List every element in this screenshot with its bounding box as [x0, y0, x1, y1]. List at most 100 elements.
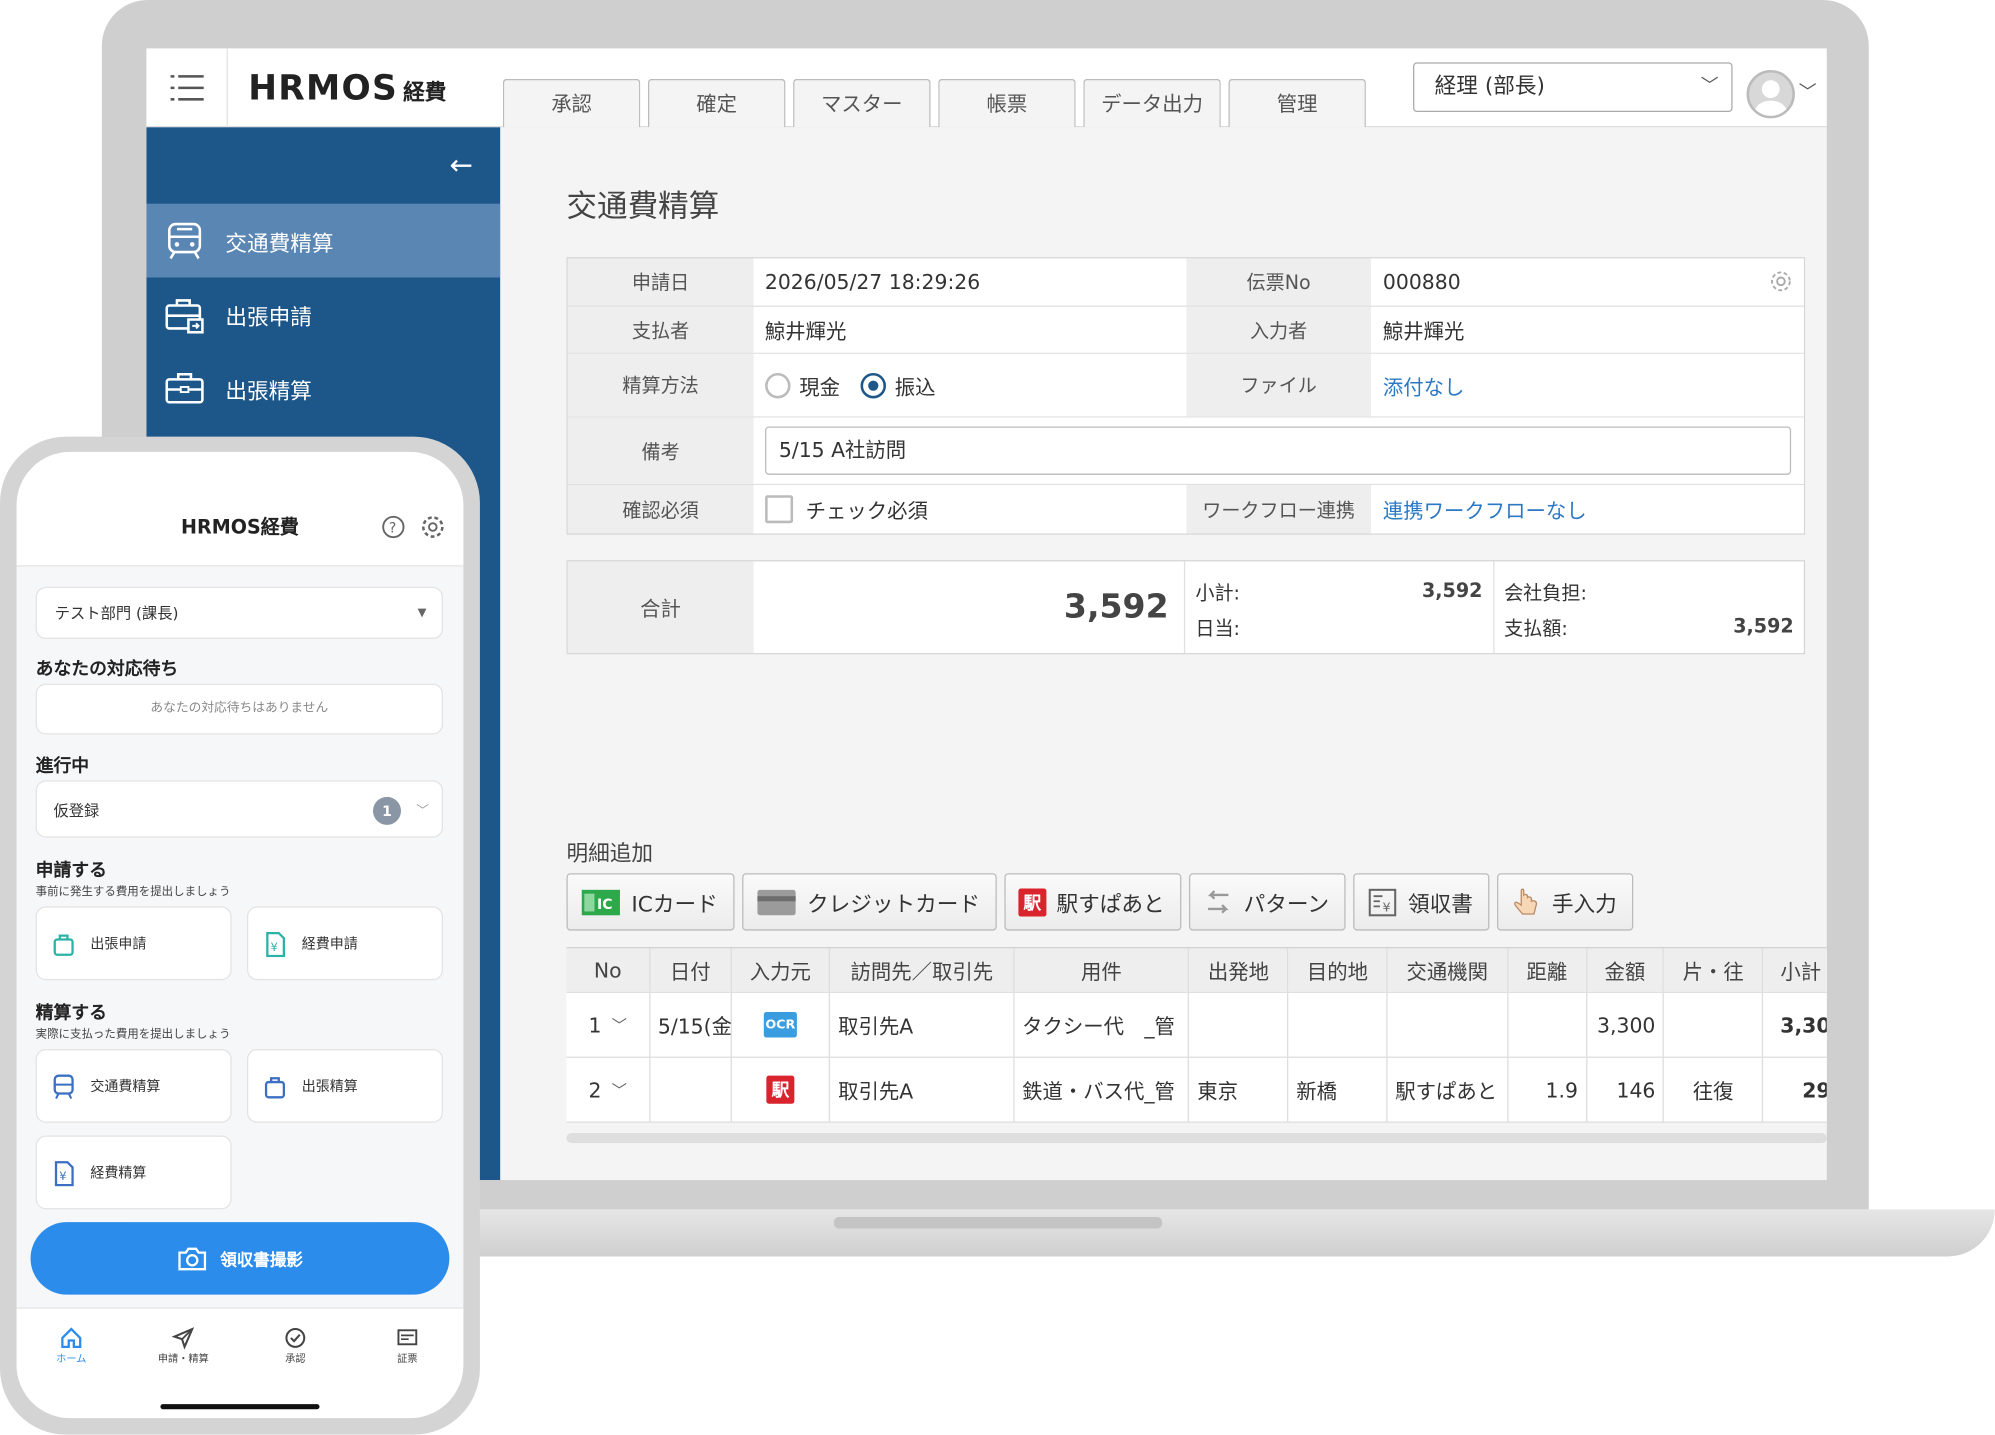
back-arrow-icon[interactable]: ← [449, 150, 472, 182]
row-from: 東京 [1190, 1057, 1289, 1122]
transport-settle-label: 交通費精算 [90, 1078, 161, 1095]
col-trip[interactable]: 片・往 [1664, 948, 1764, 992]
sidebar-item-trip-settlement[interactable]: 出張精算 [146, 351, 500, 425]
row-no-cell[interactable]: 2 ﹀ [566, 1057, 651, 1122]
menu-icon[interactable] [146, 48, 228, 128]
header-form: 申請日 2026/05/27 18:29:26 伝票No 000880 支払者 … [566, 257, 1806, 535]
laptop-notch [833, 1216, 1163, 1229]
row-distance [1508, 992, 1587, 1057]
phone-screen: HRMOS経費 ? テスト部門 (課長) ▼ あなたの対応待ち あなたの対応待ち… [16, 451, 464, 1419]
phone-header: HRMOS経費 ? [16, 451, 464, 567]
radio-cash-label: 現金 [799, 374, 841, 400]
col-transport[interactable]: 交通機関 [1387, 948, 1509, 992]
sidebar-item-transport[interactable]: 交通費精算 [146, 203, 501, 278]
expense-settle-label: 経費精算 [90, 1164, 147, 1182]
col-no[interactable]: No [566, 948, 651, 992]
col-purpose[interactable]: 用件 [1014, 948, 1190, 992]
tab-master[interactable]: マスター [793, 78, 931, 128]
manual-input-button[interactable]: 手入力 [1497, 873, 1634, 931]
horizontal-scrollbar[interactable] [566, 1132, 1827, 1144]
phone-frame: HRMOS経費 ? テスト部門 (課長) ▼ あなたの対応待ち あなたの対応待ち… [0, 436, 480, 1435]
expense-request-card[interactable]: ¥ 経費申請 [246, 906, 444, 981]
row-to [1289, 992, 1388, 1057]
expense-request-label: 経費申請 [301, 935, 358, 953]
camera-icon [178, 1247, 207, 1270]
row-source: 駅 [731, 1057, 831, 1122]
row-subtotal: 29 [1763, 1058, 1827, 1122]
receipt-button[interactable]: ¥ 領収書 [1353, 873, 1490, 931]
logo-text: HRMOS [248, 68, 399, 109]
progress-item[interactable]: 仮登録 1 ﹀ [35, 780, 444, 838]
slip-no-label: 伝票No [1185, 258, 1372, 306]
inputter-label: 入力者 [1185, 306, 1372, 353]
apply-title: 申請する [35, 860, 107, 881]
total-summary: 合計 3,592 小計: 3,592 日当: 会社負担: 支払額: 3,592 [566, 560, 1806, 655]
chevron-down-icon[interactable]: ﹀ [612, 1014, 627, 1036]
page-title: 交通費精算 [566, 188, 720, 225]
row-partner: 取引先A [830, 992, 1015, 1057]
chevron-down-icon[interactable]: ﹀ [1799, 79, 1817, 104]
ic-card-button[interactable]: IC ICカード [566, 873, 735, 931]
transport-settle-card[interactable]: 交通費精算 [35, 1048, 232, 1123]
ekispert-label: 駅すぱあと [1056, 892, 1165, 918]
method-radio-group: 現金 振込 [753, 353, 1186, 417]
chevron-down-icon[interactable]: ﹀ [612, 1079, 627, 1101]
col-partner[interactable]: 訪問先／取引先 [830, 948, 1015, 992]
tab-home[interactable]: ホーム [27, 1326, 116, 1365]
receipt-capture-button[interactable]: 領収書撮影 [30, 1222, 450, 1295]
gear-icon[interactable] [1768, 269, 1793, 294]
bottom-tab-bar: ホーム 申請・精算 承認 証票 [16, 1307, 464, 1419]
gear-icon[interactable] [420, 514, 445, 539]
radio-cash[interactable] [764, 372, 791, 398]
row-distance: 1.9 [1508, 1057, 1587, 1122]
app-logo[interactable]: HRMOS 経費 [248, 69, 446, 108]
department-value: テスト部門 (課長) [54, 604, 179, 623]
svg-text:?: ? [389, 521, 396, 537]
detail-add-label: 明細追加 [566, 841, 654, 867]
col-source[interactable]: 入力元 [731, 948, 831, 992]
tab-forms[interactable]: 帳票 [938, 78, 1076, 128]
progress-title: 進行中 [35, 756, 90, 777]
workflow-link[interactable]: 連携ワークフローなし [1371, 485, 1804, 534]
credit-card-button[interactable]: クレジットカード [742, 873, 997, 931]
col-from[interactable]: 出発地 [1189, 948, 1289, 992]
row-trip [1664, 992, 1764, 1057]
tab-admin[interactable]: 管理 [1228, 78, 1366, 128]
tab-approval[interactable]: 承認 [502, 78, 641, 128]
pattern-button[interactable]: パターン [1188, 873, 1346, 931]
department-select[interactable]: テスト部門 (課長) ▼ [35, 586, 444, 640]
role-select[interactable]: 経理 (部長) ﹀ [1413, 62, 1733, 113]
file-link[interactable]: 添付なし [1371, 353, 1804, 417]
tab-vouchers[interactable]: 証票 [363, 1326, 452, 1365]
col-to[interactable]: 目的地 [1288, 948, 1388, 992]
home-icon [61, 1327, 82, 1348]
tab-confirm[interactable]: 確定 [647, 78, 786, 128]
avatar[interactable] [1746, 70, 1795, 119]
expense-settle-card[interactable]: ¥ 経費精算 [35, 1135, 232, 1210]
table-row[interactable]: 2 ﹀ 駅 取引先A 鉄道・バス代_管 東京 新橋 駅すぱあと 1.9 146 往… [566, 1057, 1827, 1123]
sidebar-item-trip-request[interactable]: 出張申請 [146, 278, 500, 352]
tab-apply-settle[interactable]: 申請・精算 [139, 1326, 228, 1365]
trip-request-card[interactable]: 出張申請 [35, 906, 232, 981]
tab-data-export[interactable]: データ出力 [1083, 78, 1221, 128]
confirm-checkbox[interactable] [764, 495, 793, 524]
radio-transfer[interactable] [860, 372, 886, 398]
tab-approve[interactable]: 承認 [251, 1326, 340, 1365]
nav-tabs: 承認 確定 マスター 帳票 データ出力 管理 [502, 78, 1366, 128]
trip-settle-card[interactable]: 出張精算 [246, 1048, 444, 1123]
total-label: 合計 [567, 561, 754, 654]
briefcase-request-icon [165, 299, 204, 334]
col-subtotal[interactable]: 小計 [1763, 948, 1827, 992]
memo-input[interactable]: 5/15 A社訪問 [764, 426, 1792, 475]
row-no-cell[interactable]: 1 ﹀ [566, 992, 651, 1057]
subtotal-value: 3,592 [1422, 579, 1483, 603]
ekispert-button[interactable]: 駅 駅すぱあと [1004, 873, 1182, 931]
table-row[interactable]: 1﹀ 5/15(金) OCR 取引先A タクシー代 _管 3,300 3,30 [566, 992, 1827, 1058]
help-icon[interactable]: ? [381, 514, 406, 539]
col-distance[interactable]: 距離 [1508, 948, 1587, 992]
row-no: 2 [588, 1077, 602, 1102]
col-date[interactable]: 日付 [650, 948, 732, 992]
credit-card-icon [757, 889, 796, 915]
ic-card-label: ICカード [631, 892, 718, 918]
col-amount[interactable]: 金額 [1586, 948, 1665, 992]
